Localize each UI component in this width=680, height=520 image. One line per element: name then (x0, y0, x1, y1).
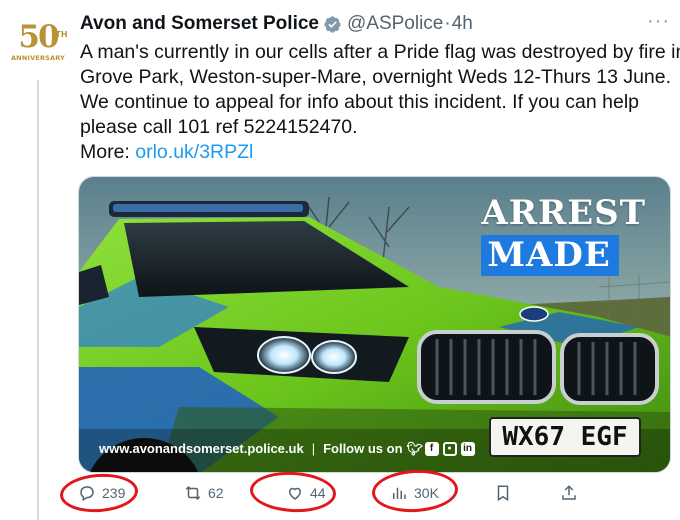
tweet-text-line: We continue to appeal for info about thi… (80, 91, 640, 113)
tweet-more-line: More: orlo.uk/3RPZl (80, 140, 670, 165)
linkedin-icon: in (460, 441, 475, 456)
media-footer: www.avonandsomerset.police.uk | Follow u… (99, 441, 475, 456)
share-button[interactable] (560, 484, 584, 502)
repost-button[interactable]: 62 (184, 484, 224, 502)
share-icon (562, 485, 576, 500)
display-name[interactable]: Avon and Somerset Police (80, 12, 319, 36)
headline-made: MADE (481, 235, 619, 276)
tweet-text-line: A man's currently in our cells after a P… (80, 41, 680, 63)
avatar-caption: ANNIVERSARY (10, 54, 66, 62)
number-plate: WX67 EGF (489, 417, 641, 457)
tweet-media-image[interactable]: ARREST MADE WX67 EGF www.avonandsomerset… (78, 176, 671, 473)
header-separator: · (444, 13, 451, 34)
instagram-icon: ● (442, 441, 457, 456)
follow-text: Follow us on (323, 441, 403, 456)
twitter-icon: 🐦︎ (406, 440, 424, 456)
website-text: www.avonandsomerset.police.uk (99, 441, 304, 456)
tweet-header: Avon and Somerset Police @ASPolice · 4h (80, 12, 473, 36)
timestamp[interactable]: 4h (452, 12, 473, 36)
bookmark-button[interactable] (494, 484, 518, 502)
arrest-made-headline: ARREST MADE (481, 193, 646, 276)
verified-badge-icon (324, 15, 341, 33)
more-options-icon[interactable]: ··· (647, 10, 670, 33)
tweet-link[interactable]: orlo.uk/3RPZl (135, 141, 253, 163)
tweet-text-line: Grove Park, Weston-super-Mare, overnight… (80, 66, 672, 88)
handle[interactable]: @ASPolice (347, 12, 443, 36)
avatar[interactable]: 50 TH ANNIVERSARY (10, 19, 68, 72)
repost-count: 62 (208, 485, 224, 501)
tweet-text: A man's currently in our cells after a P… (80, 40, 680, 165)
annotation-circle (249, 469, 337, 515)
headline-arrest: ARREST (481, 193, 646, 233)
footer-divider: | (311, 441, 316, 456)
avatar-superscript: TH (55, 30, 68, 39)
annotation-circle (58, 471, 140, 515)
more-prefix: More: (80, 141, 136, 163)
facebook-icon: f (424, 441, 439, 456)
annotation-circle (370, 467, 460, 515)
bookmark-icon (497, 485, 509, 502)
avatar-number: 50 TH (18, 19, 68, 55)
repost-icon (185, 485, 201, 501)
tweet-text-line: please call 101 ref 5224152470. (80, 116, 358, 138)
thread-line (37, 80, 39, 520)
tweet-actions: 239 62 44 30K (58, 467, 660, 515)
